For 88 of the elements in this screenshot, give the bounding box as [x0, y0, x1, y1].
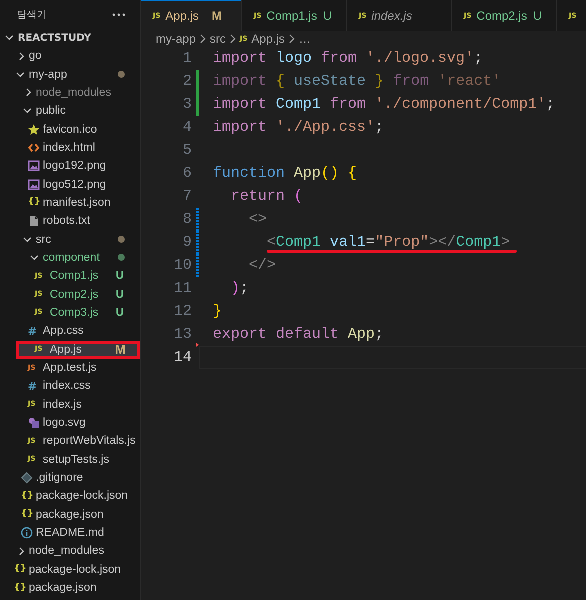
tree-item[interactable]: my-app — [0, 65, 140, 84]
tree-item[interactable]: component — [0, 248, 140, 268]
code-line: ); — [230, 280, 250, 297]
chevron-right-icon — [289, 34, 296, 44]
line-number: 6 — [182, 164, 192, 184]
git-status-label: U — [323, 9, 332, 23]
code-line: return ( — [230, 188, 304, 205]
code-line: <> — [248, 211, 268, 228]
tree-item[interactable]: public — [0, 102, 140, 120]
chevron-down-icon — [23, 108, 32, 114]
chevron-right-icon — [19, 52, 25, 61]
image-icon — [28, 160, 40, 172]
line-number: 10 — [172, 256, 192, 276]
line-number: 14 — [172, 348, 192, 368]
line-number: 12 — [172, 302, 192, 322]
tree-item[interactable]: src — [0, 230, 140, 249]
code-line: function App() { — [213, 165, 358, 182]
tree-item[interactable]: {} package.json — [0, 578, 140, 598]
sidebar-title: 탐색기 — [17, 8, 47, 22]
tree-item[interactable]: {} package-lock.json — [0, 560, 140, 579]
chevron-down-icon — [30, 254, 39, 261]
code-line: } — [213, 303, 222, 320]
line-number: 11 — [172, 279, 192, 299]
breadcrumb-item[interactable]: src — [210, 32, 226, 46]
file-type-icon: {} — [21, 510, 34, 520]
chevron-down-icon — [16, 72, 25, 78]
line-number: 4 — [182, 118, 192, 138]
tree-item[interactable]: {} package.json — [0, 506, 140, 524]
code-line: </> — [248, 257, 276, 274]
tree-item[interactable]: index.html — [0, 138, 140, 158]
chevron-down-icon — [5, 35, 14, 41]
code-line: <Comp1 val1="Prop"></Comp1> — [266, 234, 510, 251]
diamond-icon — [21, 472, 33, 484]
code-line: import './App.css'; — [213, 119, 384, 136]
document-icon — [28, 215, 40, 228]
line-number: 3 — [182, 95, 192, 115]
image-icon — [28, 178, 40, 191]
tree-item[interactable]: go — [0, 47, 140, 66]
tree-item[interactable]: logo512.png — [0, 175, 140, 194]
file-type-icon: {} — [14, 584, 27, 593]
tree-item[interactable]: README.md — [0, 524, 140, 542]
file-type-icon: # — [28, 326, 38, 337]
code-line: import logo from './logo.svg'; — [213, 50, 484, 67]
breadcrumb-item[interactable]: App.js — [252, 32, 286, 46]
tree-item[interactable]: # App.css — [0, 322, 140, 340]
chevron-right-icon — [26, 88, 32, 98]
star-icon — [28, 124, 40, 136]
breadcrumb-item[interactable]: my-app — [156, 32, 196, 46]
tree-item[interactable]: favicon.ico — [0, 120, 140, 139]
tree-item[interactable]: logo192.png — [0, 157, 140, 176]
line-number: 1 — [182, 49, 192, 69]
git-status-label: U — [533, 9, 542, 23]
line-number: 8 — [182, 210, 192, 230]
file-type-icon: {} — [28, 198, 41, 208]
chevron-right-icon — [230, 34, 236, 44]
breadcrumb-item[interactable]: … — [299, 32, 312, 46]
code-line: import Comp1 from './component/Comp1'; — [213, 96, 556, 113]
tree-item[interactable]: {} manifest.json — [0, 194, 140, 212]
git-status-label: U — [116, 306, 124, 319]
git-status-label: U — [116, 288, 124, 301]
line-number: 13 — [172, 325, 192, 345]
chevron-right-icon — [200, 34, 206, 44]
chevron-right-icon — [19, 546, 25, 556]
code-brackets-icon — [28, 142, 40, 154]
tree-item[interactable]: # index.css — [0, 377, 140, 396]
tree-item[interactable]: robots.txt — [0, 212, 140, 230]
line-number: 2 — [182, 72, 192, 92]
line-number: 9 — [182, 233, 192, 253]
tree-item[interactable]: .gitignore — [0, 468, 140, 488]
git-status-label: M — [212, 9, 222, 23]
file-type-icon: # — [28, 380, 38, 392]
tree-item[interactable]: logo.svg — [0, 414, 140, 432]
more-icon — [112, 12, 126, 16]
file-type-icon: {} — [14, 565, 27, 574]
code-line: import { useState } from 'react' — [213, 73, 502, 90]
git-status-label: U — [116, 270, 124, 282]
line-number: 7 — [182, 187, 192, 207]
tree-root[interactable]: REACTSTUDY — [0, 29, 140, 47]
chevron-down-icon — [23, 236, 32, 243]
info-icon — [21, 527, 33, 540]
git-status-label: M — [115, 342, 126, 358]
shapes-icon — [28, 417, 40, 430]
code-line: export default App; — [213, 326, 384, 343]
line-number: 5 — [182, 141, 192, 161]
tree-item[interactable]: {} package-lock.json — [0, 487, 140, 506]
file-type-icon: {} — [21, 492, 34, 501]
tree-item[interactable]: node_modules — [0, 84, 140, 102]
tree-item[interactable]: node_modules — [0, 542, 140, 561]
